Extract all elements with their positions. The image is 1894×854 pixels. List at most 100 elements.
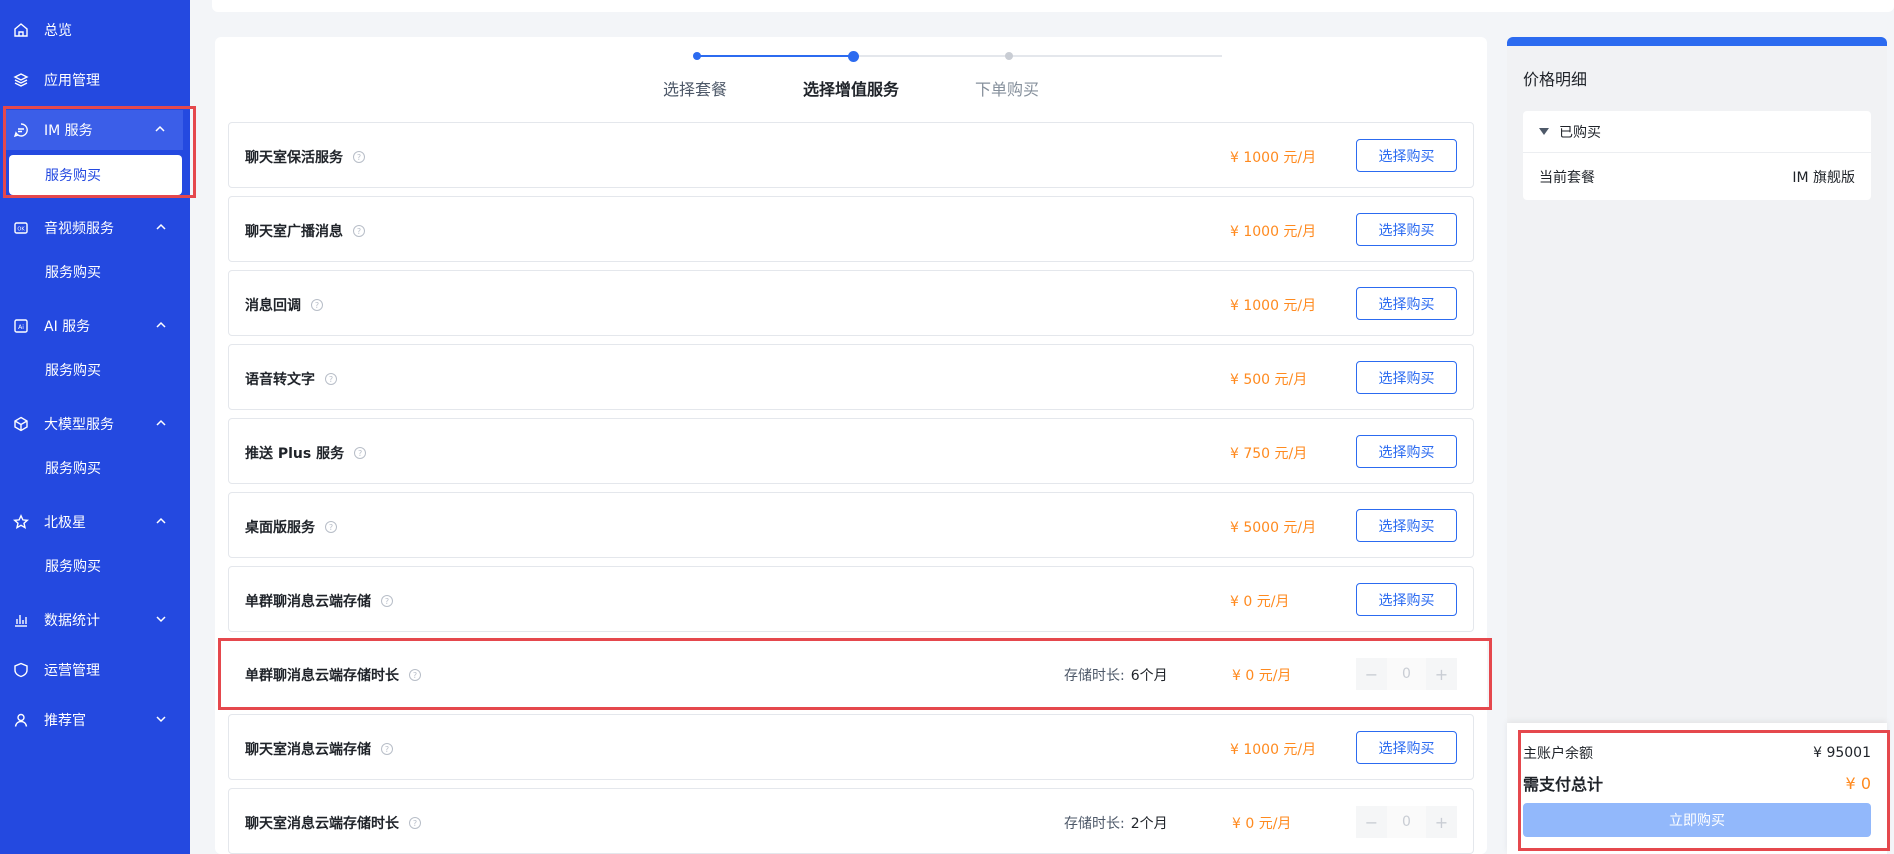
svg-text:Ai: Ai [18,324,24,331]
step-dot-3 [1005,52,1013,60]
step-dot-1 [693,52,701,60]
nav-ai-service-label: AI 服务 [44,319,91,335]
nav-ops-label: 运营管理 [44,663,100,679]
nav-llm-purchase[interactable]: 服务购买 [0,448,190,488]
video-icon: OK [12,219,30,237]
purchased-collapse-header[interactable]: 已购买 [1523,111,1871,153]
purchased-label: 已购买 [1559,124,1601,141]
select-purchase-button[interactable]: 选择购买 [1356,139,1457,172]
total-label: 需支付总计 [1523,775,1604,794]
nav-llm-service[interactable]: 大模型服务 [0,404,190,444]
select-purchase-button[interactable]: 选择购买 [1356,583,1457,616]
service-name: 单群聊消息云端存储时长? [245,665,421,685]
payment-summary: 主账户余额 ¥ 95001 需支付总计 ¥ 0 立即购买 [1507,723,1887,854]
nav-polaris-purchase-label: 服务购买 [45,559,101,575]
step-select-plan[interactable]: 选择套餐 [663,76,727,100]
service-price: ¥ 1000 元/月 [1230,224,1317,240]
sidebar: 总览 应用管理 IM 服务 服务购买 OK 音视频服务 服务购买 Ai AI 服… [0,0,196,854]
nav-ops[interactable]: 运营管理 [0,650,190,690]
nav-ai-purchase[interactable]: 服务购买 [0,350,190,390]
stepper-value[interactable]: 0 [1387,658,1426,690]
help-icon[interactable]: ? [409,817,421,829]
nav-llm-service-label: 大模型服务 [44,417,114,433]
service-row: 聊天室消息云端存储? ¥ 1000 元/月 选择购买 [228,714,1474,780]
service-name: 桌面版服务? [245,517,337,537]
step-select-addons[interactable]: 选择增值服务 [803,76,899,100]
step-place-order[interactable]: 下单购买 [975,76,1039,100]
price-detail-panel: 价格明细 已购买 当前套餐 IM 旗舰版 [1507,37,1887,723]
nav-ai-purchase-label: 服务购买 [45,363,101,379]
service-row: 消息回调? ¥ 1000 元/月 选择购买 [228,270,1474,336]
service-price: ¥ 0 元/月 [1230,594,1290,610]
nav-av-purchase[interactable]: 服务购买 [0,252,190,292]
nav-av-service[interactable]: OK 音视频服务 [0,208,190,248]
nav-im-service[interactable]: IM 服务 [6,110,183,150]
service-name: 聊天室保活服务? [245,147,365,167]
step-dot-2 [848,51,859,62]
stepper-plus-button[interactable]: + [1426,658,1457,690]
step-line-1 [698,55,856,57]
cube-icon [12,415,30,433]
total-value: ¥ 0 [1845,773,1871,793]
nav-overview[interactable]: 总览 [0,10,190,50]
stepper-plus-button[interactable]: + [1426,806,1457,838]
nav-stats-label: 数据统计 [44,613,100,629]
service-name: 聊天室广播消息? [245,221,365,241]
nav-ai-service[interactable]: Ai AI 服务 [0,306,190,346]
help-icon[interactable]: ? [353,225,365,237]
stepper-minus-button[interactable]: − [1356,658,1387,690]
service-row: 聊天室广播消息? ¥ 1000 元/月 选择购买 [228,196,1474,262]
help-icon[interactable]: ? [381,743,393,755]
service-row: 推送 Plus 服务? ¥ 750 元/月 选择购买 [228,418,1474,484]
service-row: 单群聊消息云端存储时长? 存储时长: 6个月 ¥ 0 元/月 − 0 + [228,640,1474,706]
current-plan-label: 当前套餐 [1539,169,1595,186]
help-icon[interactable]: ? [354,447,367,459]
service-name: 语音转文字? [245,369,337,389]
nav-polaris[interactable]: 北极星 [0,502,190,542]
help-icon[interactable]: ? [409,669,421,681]
nav-im-purchase[interactable]: 服务购买 [9,155,182,195]
service-name: 单群聊消息云端存储? [245,591,393,611]
select-purchase-button[interactable]: 选择购买 [1356,213,1457,246]
stepper-minus-button[interactable]: − [1356,806,1387,838]
main-panel: 选择套餐 选择增值服务 下单购买 聊天室保活服务? ¥ 1000 元/月 选择购… [215,37,1487,854]
help-icon[interactable]: ? [311,299,323,311]
user-icon [12,711,30,729]
select-purchase-button[interactable]: 选择购买 [1356,287,1457,320]
service-row: 聊天室保活服务? ¥ 1000 元/月 选择购买 [228,122,1474,188]
nav-referral-label: 推荐官 [44,713,86,729]
nav-app-management[interactable]: 应用管理 [0,60,190,100]
service-price: ¥ 500 元/月 [1230,372,1308,388]
nav-stats[interactable]: 数据统计 [0,600,190,640]
buy-now-button[interactable]: 立即购买 [1523,803,1871,837]
nav-av-service-label: 音视频服务 [44,221,114,237]
svg-text:OK: OK [17,227,25,233]
quantity-stepper: − 0 + [1356,658,1457,690]
help-icon[interactable]: ? [381,595,393,607]
select-purchase-button[interactable]: 选择购买 [1356,361,1457,394]
select-purchase-button[interactable]: 选择购买 [1356,731,1457,764]
chevron-down-icon [156,716,166,723]
help-icon[interactable]: ? [325,521,337,533]
chevron-up-icon [156,419,166,426]
nav-referral[interactable]: 推荐官 [0,700,190,740]
chevron-up-icon [156,321,166,328]
nav-polaris-purchase[interactable]: 服务购买 [0,546,190,586]
service-price: ¥ 1000 元/月 [1230,298,1317,314]
home-icon [12,21,30,39]
nav-im-service-label: IM 服务 [44,123,93,139]
service-price: ¥ 0 元/月 [1232,816,1292,832]
price-detail-title: 价格明细 [1523,70,1588,89]
shield-icon [12,661,30,679]
total-row: 需支付总计 ¥ 0 [1523,771,1871,795]
select-purchase-button[interactable]: 选择购买 [1356,509,1457,542]
nav-app-management-label: 应用管理 [44,73,100,89]
select-purchase-button[interactable]: 选择购买 [1356,435,1457,468]
chevron-down-icon [156,616,166,623]
help-icon[interactable]: ? [325,373,337,385]
service-price: ¥ 1000 元/月 [1230,742,1317,758]
help-icon[interactable]: ? [353,151,365,163]
balance-label: 主账户余额 [1523,746,1593,762]
service-price: ¥ 0 元/月 [1232,668,1292,684]
stepper-value[interactable]: 0 [1387,806,1426,838]
